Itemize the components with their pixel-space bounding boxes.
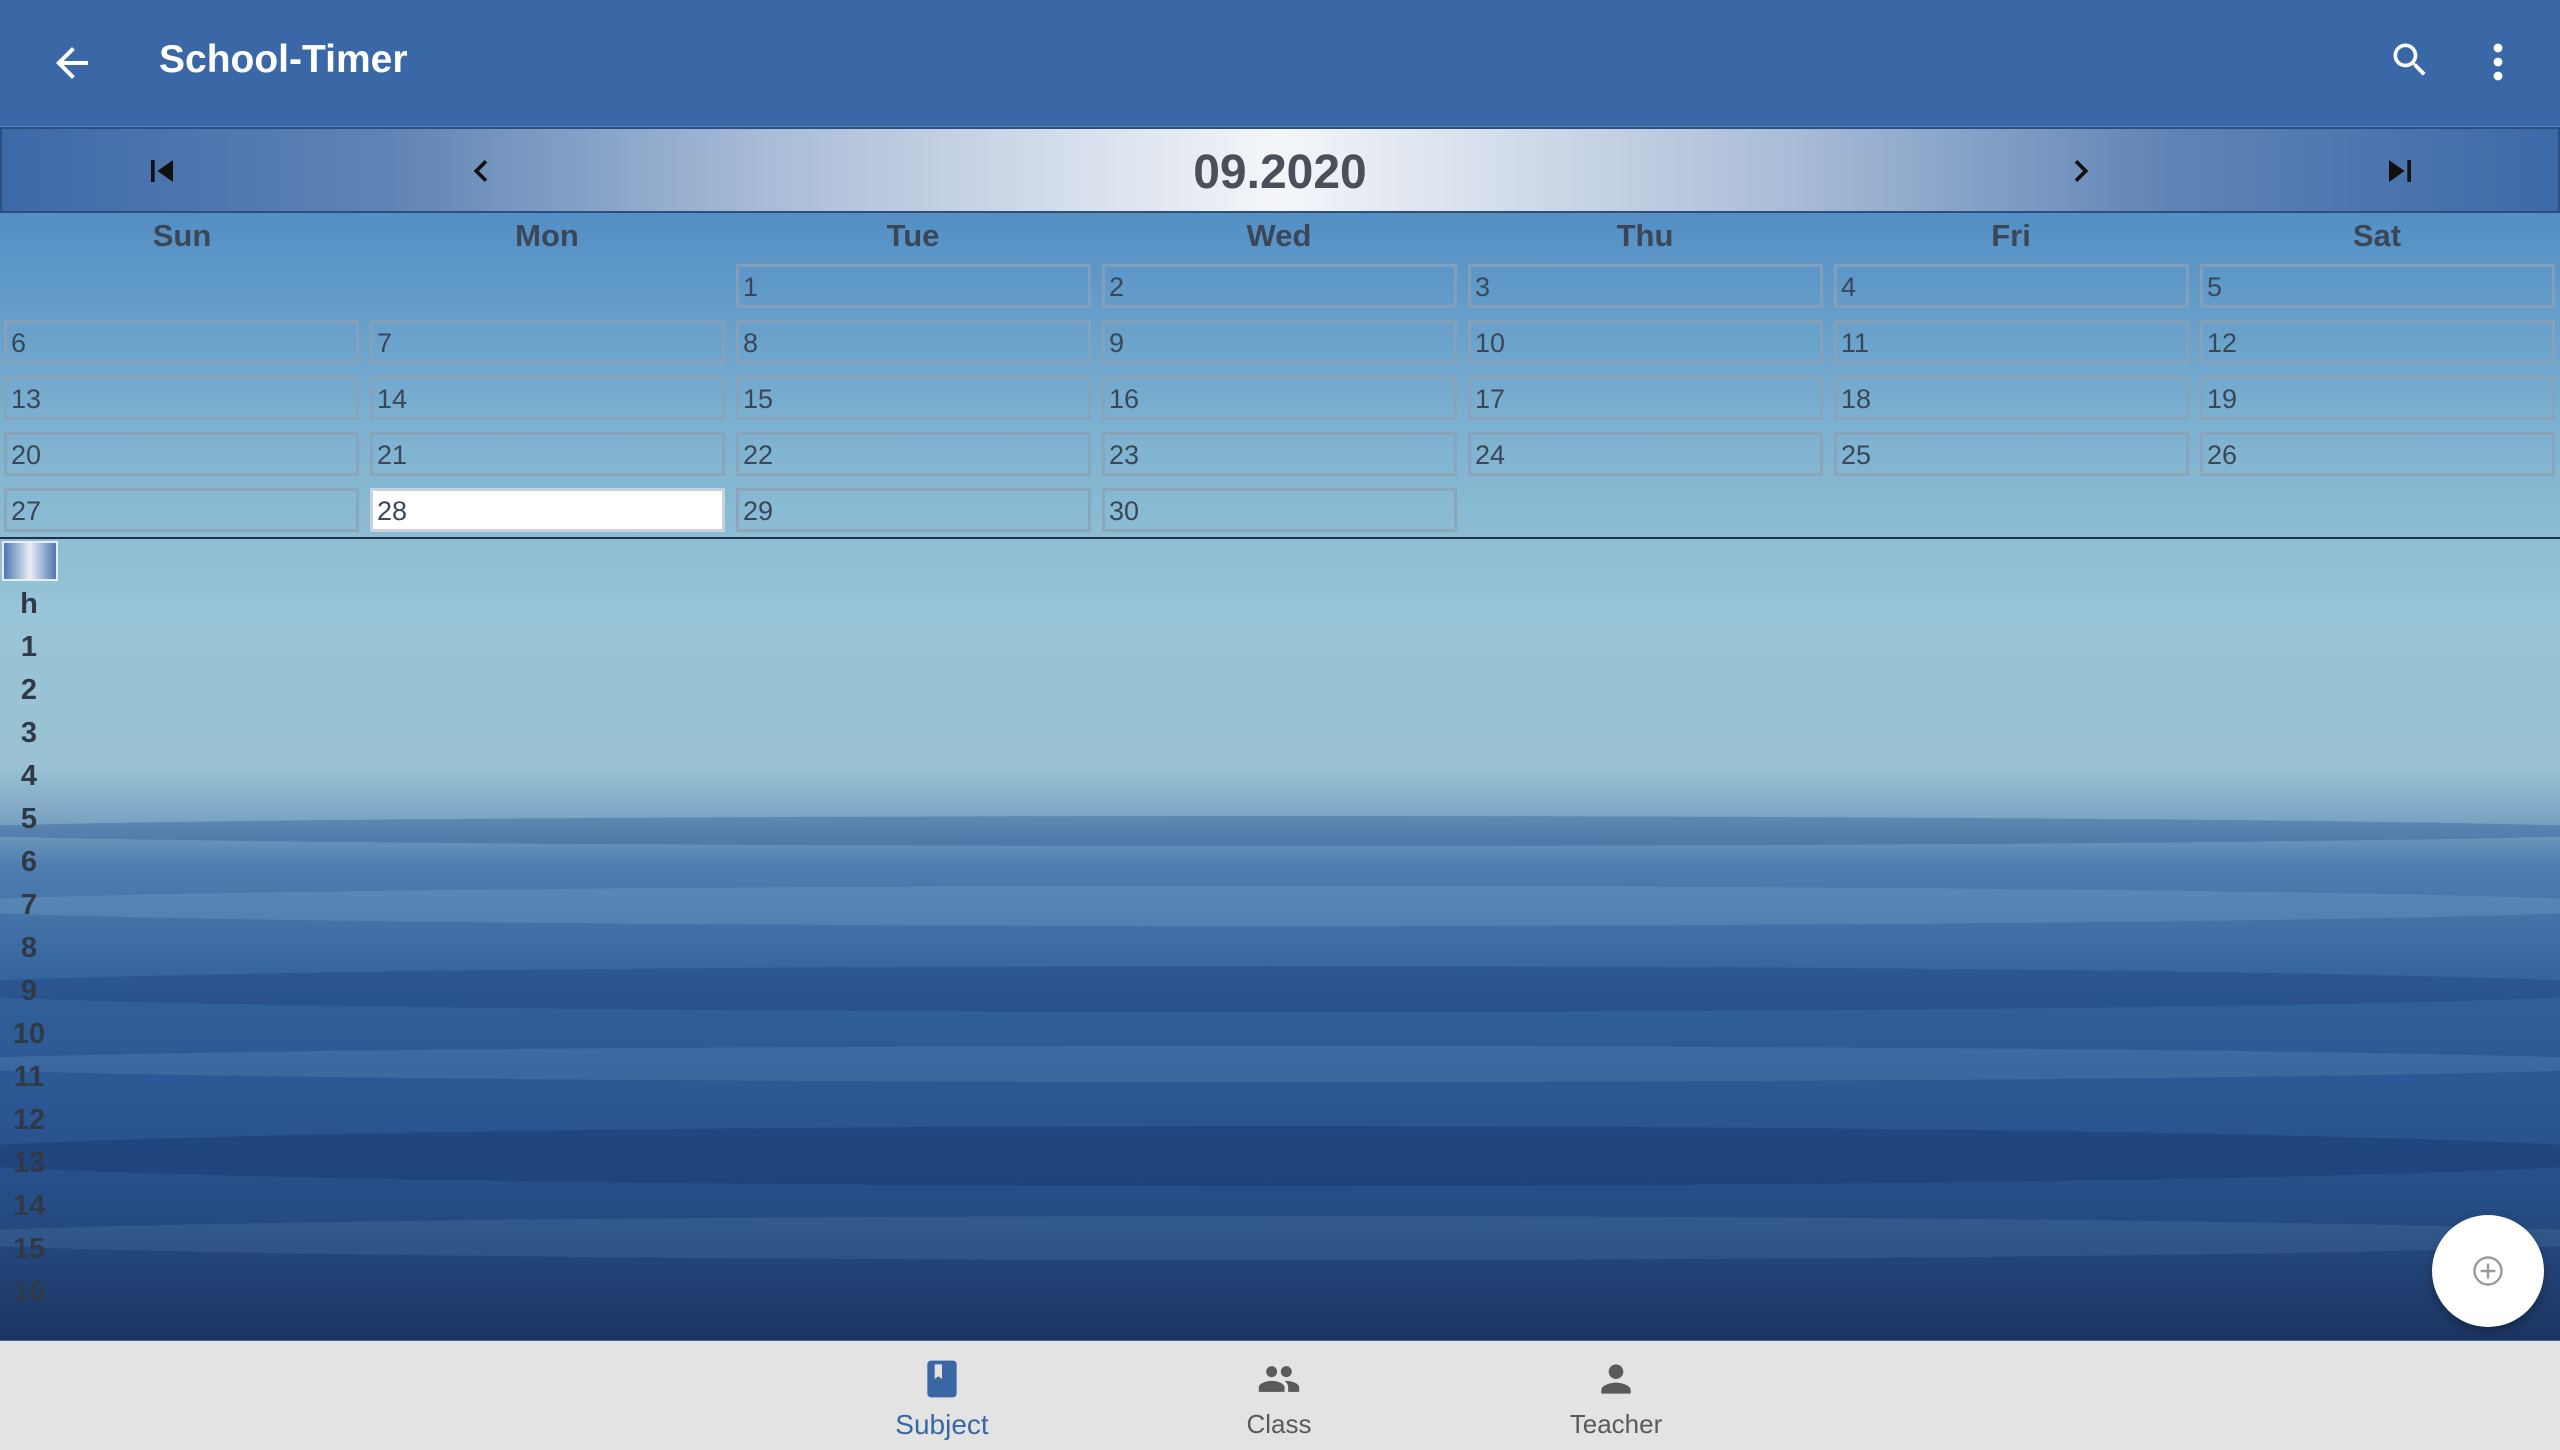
calendar-day[interactable]: 19 xyxy=(2200,376,2555,420)
calendar-day[interactable]: 11 xyxy=(1834,320,2189,364)
calendar-day[interactable]: 25 xyxy=(1834,432,2189,476)
calendar-day[interactable]: 5 xyxy=(2200,264,2555,308)
calendar-day[interactable]: 27 xyxy=(4,488,359,532)
calendar-day[interactable]: 16 xyxy=(1102,376,1457,420)
hour-label: 4 xyxy=(20,760,38,792)
calendar-day[interactable]: 12 xyxy=(2200,320,2555,364)
book-icon xyxy=(927,1360,957,1398)
calendar-day[interactable]: 17 xyxy=(1468,376,1823,420)
calendar-divider xyxy=(0,537,2560,539)
hour-label: 3 xyxy=(20,717,38,749)
calendar-day[interactable]: 15 xyxy=(736,376,1091,420)
hour-label: 11 xyxy=(13,1061,45,1093)
weekday-header: Wed xyxy=(1246,218,1312,253)
hour-label: 8 xyxy=(20,932,38,964)
weekday-header: Sat xyxy=(2352,218,2402,253)
tab-subject[interactable]: Subject xyxy=(842,1341,1042,1450)
weekday-header: Thu xyxy=(1616,218,1674,253)
calendar-day[interactable]: 1 xyxy=(736,264,1091,308)
tab-subject-label: Subject xyxy=(895,1409,989,1440)
calendar-day[interactable]: 26 xyxy=(2200,432,2555,476)
calendar-day[interactable]: 20 xyxy=(4,432,359,476)
wave-decoration xyxy=(0,886,2560,926)
arrow-back-icon xyxy=(56,47,88,79)
calendar-day[interactable]: 7 xyxy=(370,320,725,364)
calendar-day[interactable]: 30 xyxy=(1102,488,1457,532)
hour-label: 10 xyxy=(12,1018,46,1050)
calendar-day[interactable]: 21 xyxy=(370,432,725,476)
skip-next-icon xyxy=(2389,160,2411,182)
month-navigation-bar: 09.2020 xyxy=(0,127,2560,213)
tab-teacher[interactable]: Teacher xyxy=(1516,1341,1716,1450)
calendar-day[interactable]: 22 xyxy=(736,432,1091,476)
hour-label: 7 xyxy=(20,889,38,921)
hour-label: 16 xyxy=(12,1276,46,1308)
hour-label: 14 xyxy=(12,1190,46,1222)
tab-teacher-label: Teacher xyxy=(1569,1409,1663,1439)
calendar-day[interactable]: 10 xyxy=(1468,320,1823,364)
search-button[interactable] xyxy=(2388,38,2432,82)
calendar-day[interactable]: 9 xyxy=(1102,320,1457,364)
calendar-day[interactable]: 13 xyxy=(4,376,359,420)
hours-toggle-button[interactable] xyxy=(2,541,58,581)
wave-decoration xyxy=(0,966,2560,1012)
next-month-button[interactable] xyxy=(2059,149,2103,193)
wave-decoration xyxy=(0,1046,2560,1082)
weekday-header: Tue xyxy=(886,218,940,253)
hour-label: 15 xyxy=(12,1233,46,1265)
tab-class-label: Class xyxy=(1246,1409,1312,1439)
calendar-day[interactable]: 29 xyxy=(736,488,1091,532)
app-title: School-Timer xyxy=(159,38,408,81)
calendar-day[interactable]: 8 xyxy=(736,320,1091,364)
back-button[interactable] xyxy=(48,35,96,91)
calendar-day-selected[interactable]: 28 xyxy=(370,488,725,532)
bottom-navigation: Subject Class Teacher xyxy=(0,1341,2560,1450)
person-icon xyxy=(1601,1364,1631,1394)
hour-label: 2 xyxy=(20,674,38,706)
wave-decoration xyxy=(0,1126,2560,1186)
last-month-button[interactable] xyxy=(2378,149,2422,193)
calendar-day[interactable]: 14 xyxy=(370,376,725,420)
hour-label: 12 xyxy=(12,1104,46,1136)
calendar-day[interactable]: 3 xyxy=(1468,264,1823,308)
calendar-day[interactable]: 2 xyxy=(1102,264,1457,308)
app-bar: School-Timer xyxy=(0,0,2560,126)
hour-label: 5 xyxy=(20,803,38,835)
calendar-day[interactable]: 23 xyxy=(1102,432,1457,476)
calendar-day[interactable]: 24 xyxy=(1468,432,1823,476)
add-circle-icon xyxy=(2473,1256,2503,1286)
add-button[interactable] xyxy=(2432,1215,2544,1327)
hour-label: 13 xyxy=(12,1147,46,1179)
calendar-day[interactable]: 4 xyxy=(1834,264,2189,308)
hours-header: h xyxy=(20,588,38,620)
group-icon xyxy=(1258,1366,1300,1392)
hour-label: 6 xyxy=(20,846,38,878)
tab-class[interactable]: Class xyxy=(1179,1341,1379,1450)
hour-label: 9 xyxy=(20,975,38,1007)
weekday-header: Fri xyxy=(1991,218,2031,253)
more-vert-icon xyxy=(2493,43,2503,81)
overflow-menu-button[interactable] xyxy=(2484,38,2512,86)
sea-background xyxy=(0,126,2560,1340)
month-label: 09.2020 xyxy=(1193,146,1367,199)
wave-decoration xyxy=(0,816,2560,846)
calendar-day[interactable]: 6 xyxy=(4,320,359,364)
search-icon xyxy=(2393,43,2426,76)
hour-label: 1 xyxy=(20,631,38,663)
weekday-header: Sun xyxy=(152,218,212,253)
calendar-day[interactable]: 18 xyxy=(1834,376,2189,420)
wave-decoration xyxy=(0,1216,2560,1260)
chevron-right-icon xyxy=(2074,160,2089,182)
weekday-header: Mon xyxy=(515,218,579,253)
